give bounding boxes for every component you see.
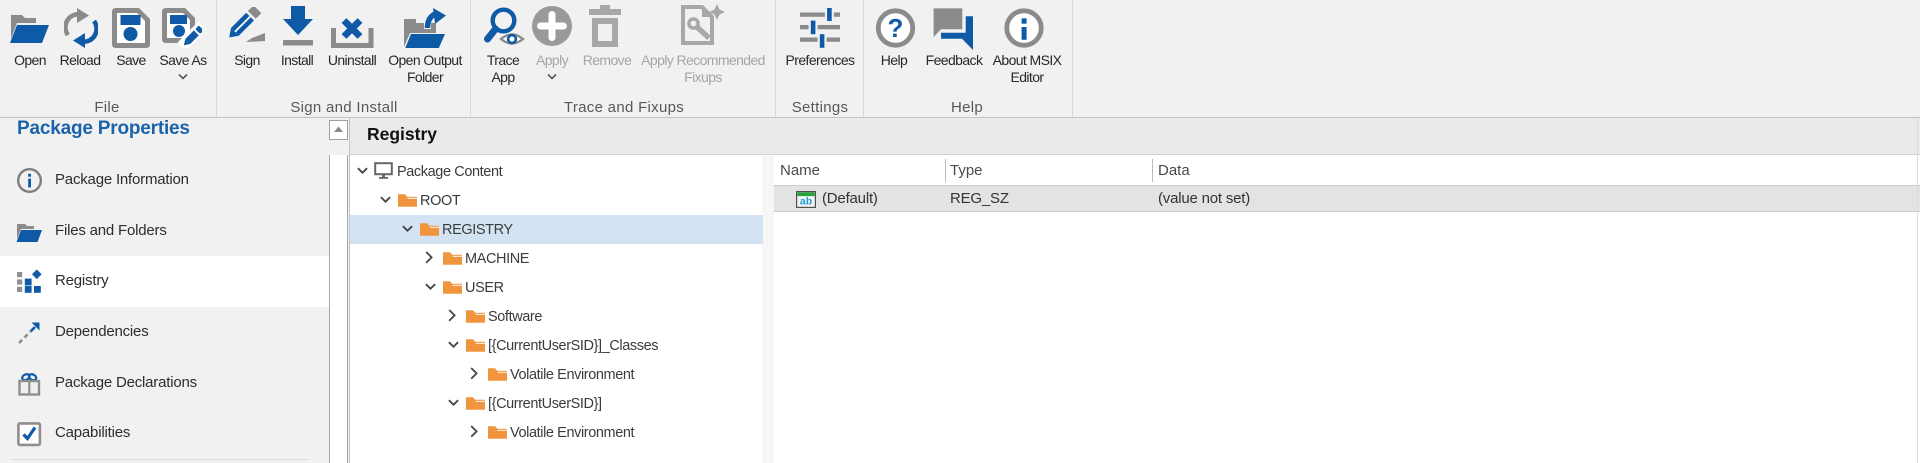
svg-text:?: ?	[888, 13, 904, 43]
svg-text:ab: ab	[800, 196, 812, 208]
